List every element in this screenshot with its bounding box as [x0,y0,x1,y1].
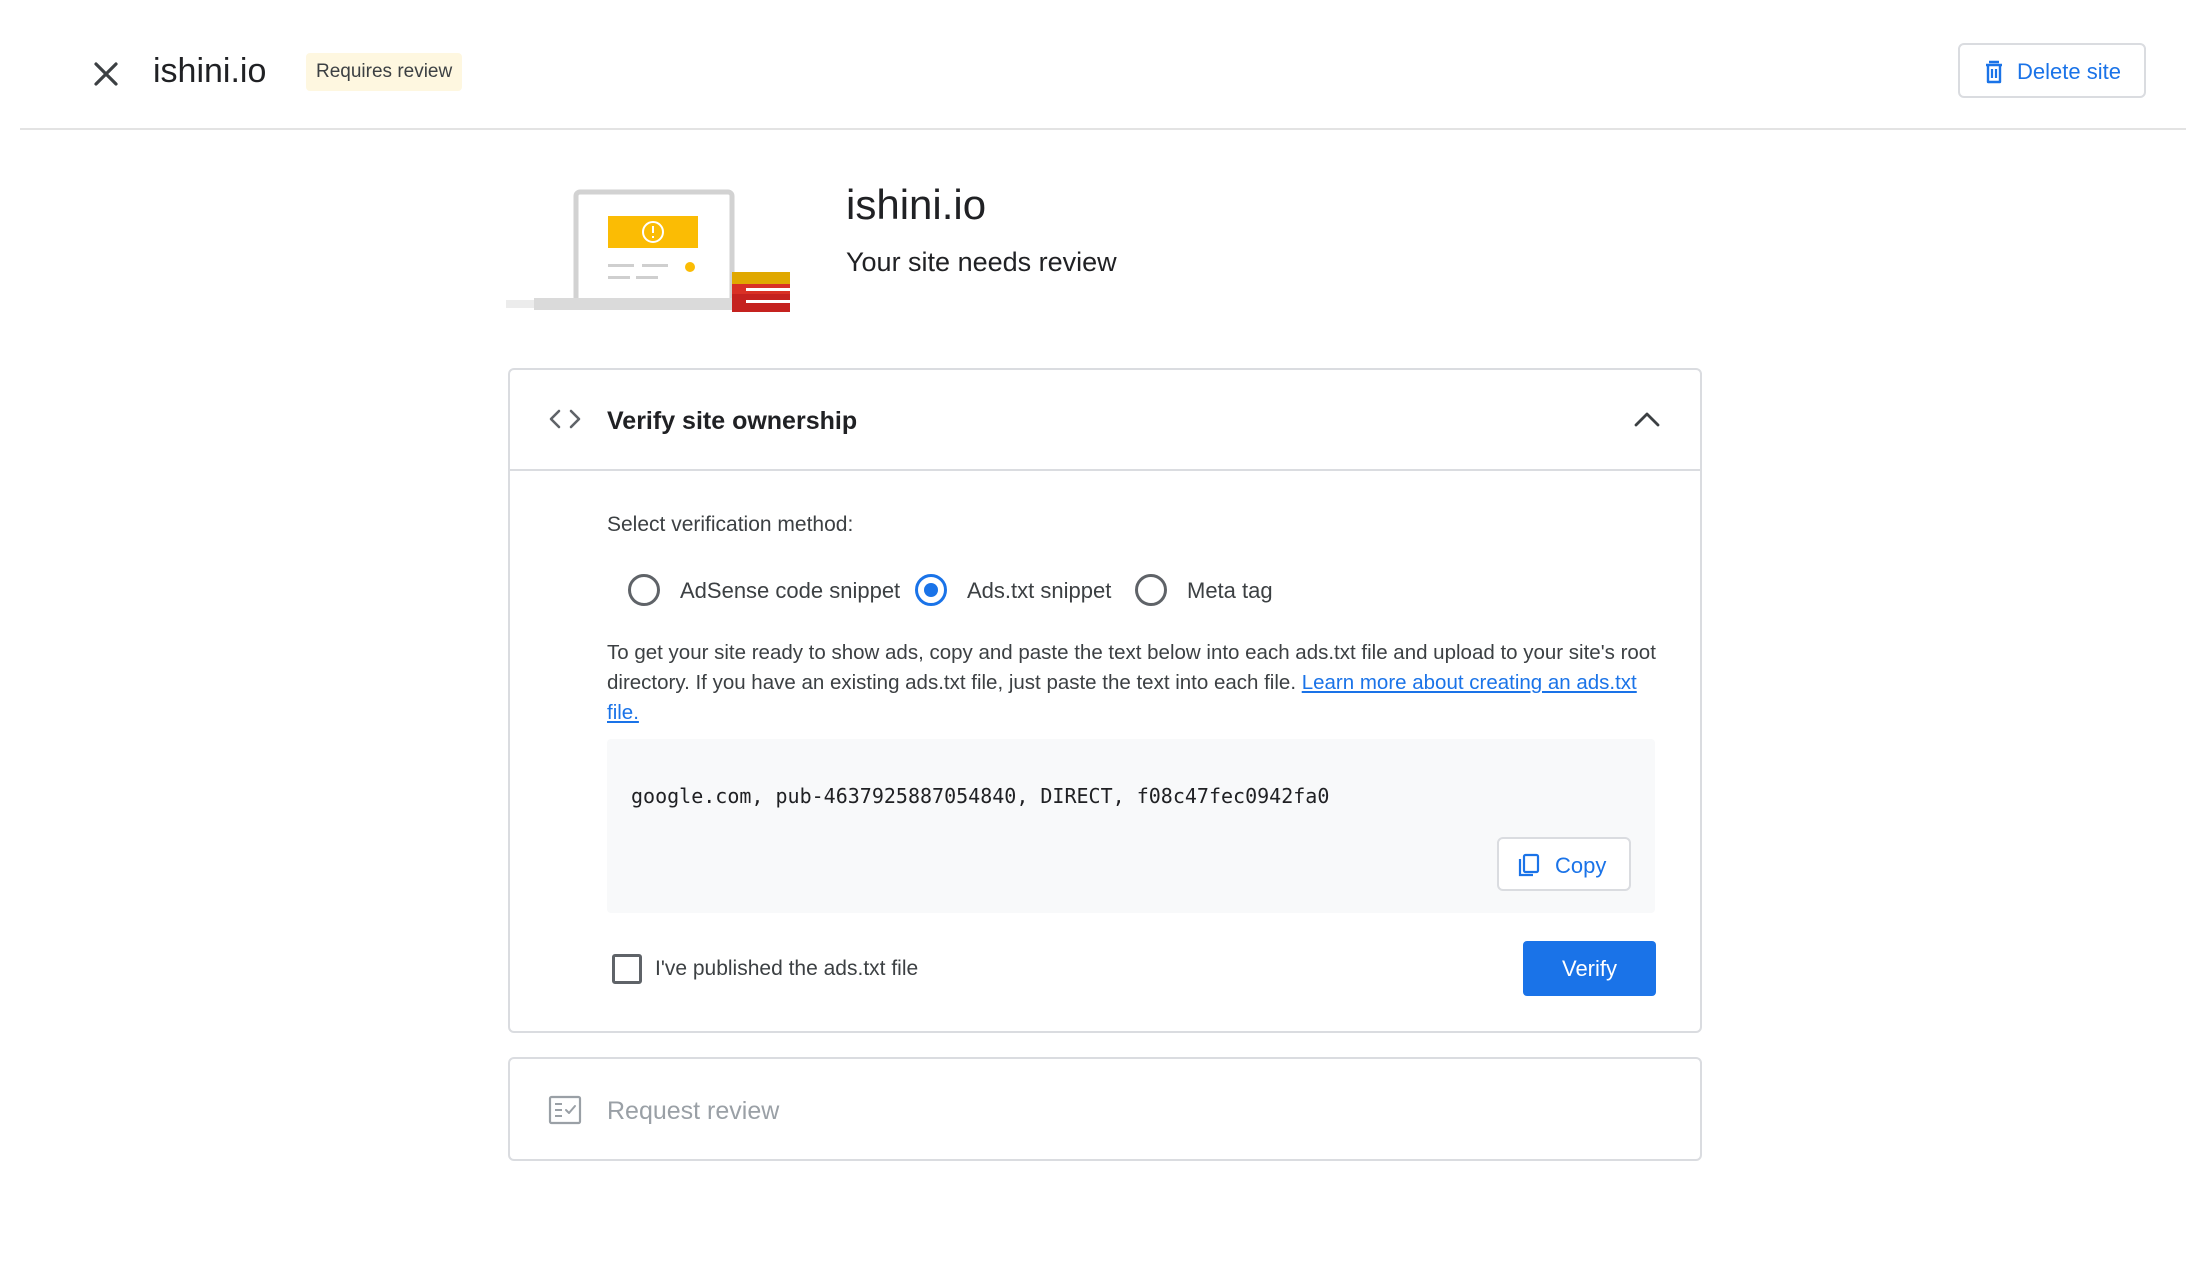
verify-ownership-card: Verify site ownership Select verificatio… [508,368,1702,1033]
verification-method-label: Select verification method: [607,513,854,536]
top-bar: ishini.io Requires review Delete site [20,0,2186,130]
checklist-icon [548,1095,582,1125]
chevron-up-icon[interactable] [1632,408,1662,430]
radio-button-selected[interactable] [915,574,947,606]
status-badge: Requires review [306,53,463,91]
radio-label: Ads.txt snippet [967,578,1112,603]
close-icon [94,62,118,86]
trash-icon [1986,60,2002,84]
site-title: ishini.io [153,52,267,90]
laptop-warning-illustration [506,189,790,312]
copy-label: Copy [1555,853,1607,878]
request-review-title: Request review [607,1097,780,1125]
ads-txt-snippet[interactable]: google.com, pub-4637925887054840, DIRECT… [631,783,1329,809]
request-review-card: Request review [508,1057,1702,1161]
delete-site-label: Delete site [2017,59,2121,84]
verify-ownership-header[interactable]: Verify site ownership [510,370,1700,471]
radio-label: Meta tag [1187,578,1273,603]
radio-button[interactable] [1135,574,1167,606]
radio-meta-tag[interactable]: Meta tag [1135,570,1295,610]
published-ads-txt-checkbox[interactable] [612,954,642,984]
verify-label: Verify [1561,956,1618,981]
verify-ownership-title: Verify site ownership [607,407,858,435]
ads-txt-snippet-box: google.com, pub-4637925887054840, DIRECT… [607,739,1655,913]
code-brackets-icon [549,409,581,429]
copy-button[interactable]: Copy [1497,837,1631,891]
hero-title: ishini.io [846,181,987,228]
delete-site-button[interactable]: Delete site [1958,43,2146,98]
radio-button[interactable] [628,574,660,606]
copy-icon [1518,853,1540,877]
instructions-text: To get your site ready to show ads, copy… [607,638,1667,728]
radio-ads-txt-snippet[interactable]: Ads.txt snippet [915,570,1125,610]
radio-label: AdSense code snippet [680,578,901,603]
close-button[interactable] [82,50,130,98]
hero-subtitle: Your site needs review [846,247,1117,277]
verify-button[interactable]: Verify [1523,941,1656,996]
published-ads-txt-label[interactable]: I've published the ads.txt file [655,956,918,982]
radio-adsense-code-snippet[interactable]: AdSense code snippet [628,570,904,610]
